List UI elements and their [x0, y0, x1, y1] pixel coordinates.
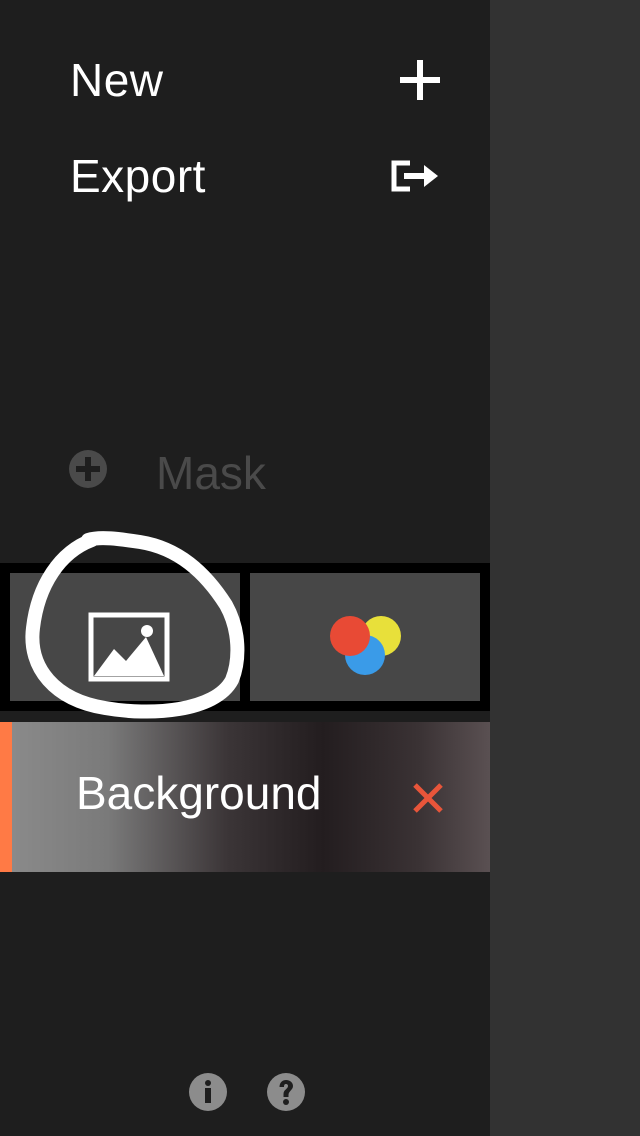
new-label: New: [70, 54, 164, 106]
mask-label: Mask: [156, 447, 266, 499]
plus-icon: [400, 60, 440, 100]
info-icon[interactable]: [189, 1073, 227, 1111]
color-circles-icon: [330, 616, 401, 675]
close-icon[interactable]: [410, 780, 446, 816]
color-tool-button[interactable]: [250, 573, 480, 701]
sidebar: New Export Mask Background: [0, 0, 490, 1136]
image-tool-button[interactable]: [10, 573, 240, 701]
export-label: Export: [70, 150, 206, 202]
layer-selected-accent: [0, 722, 12, 872]
new-menu-item[interactable]: New: [70, 50, 440, 110]
add-circle-icon: [68, 446, 108, 500]
export-icon: [390, 159, 440, 193]
canvas-area[interactable]: [490, 0, 640, 1136]
export-menu-item[interactable]: Export: [70, 146, 440, 206]
image-icon: [88, 612, 170, 682]
layer-name: Background: [76, 767, 322, 819]
help-icon[interactable]: [267, 1073, 305, 1111]
add-mask-button[interactable]: Mask: [68, 446, 266, 500]
tool-strip: [0, 563, 490, 711]
